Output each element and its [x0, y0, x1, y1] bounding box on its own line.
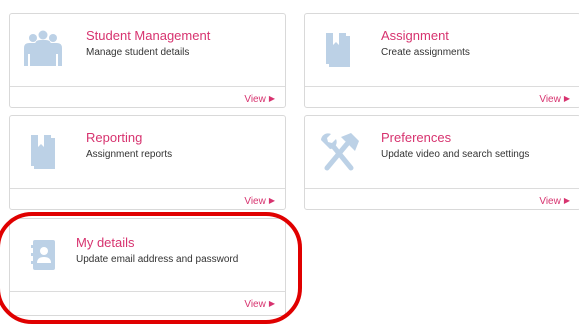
- play-arrow-icon: ▶: [268, 94, 275, 103]
- card-preferences: Preferences Update video and search sett…: [304, 115, 579, 210]
- view-link-label: View: [539, 94, 561, 105]
- book-icon: [324, 31, 352, 72]
- view-link[interactable]: View ▶: [539, 93, 570, 106]
- card-student-management: Student Management Manage student detail…: [9, 13, 286, 108]
- play-arrow-icon: ▶: [268, 299, 275, 308]
- play-arrow-icon: ▶: [563, 94, 570, 103]
- card-divider: [305, 188, 579, 189]
- view-link[interactable]: View ▶: [244, 298, 275, 311]
- card-title[interactable]: Student Management: [86, 28, 210, 43]
- play-arrow-icon: ▶: [563, 196, 570, 205]
- card-assignment: Assignment Create assignments View ▶: [304, 13, 579, 108]
- book-icon: [29, 133, 57, 174]
- view-link-label: View: [539, 196, 561, 207]
- view-link[interactable]: View ▶: [244, 195, 275, 208]
- card-title[interactable]: Reporting: [86, 130, 142, 145]
- users-icon: [22, 30, 64, 71]
- card-divider: [305, 86, 579, 87]
- card-divider: [10, 291, 285, 292]
- tools-icon: [317, 131, 361, 176]
- card-description: Update email address and password: [76, 254, 239, 265]
- card-divider: [10, 86, 285, 87]
- card-title[interactable]: Assignment: [381, 28, 449, 43]
- view-link-label: View: [244, 299, 266, 310]
- card-divider: [10, 188, 285, 189]
- view-link[interactable]: View ▶: [244, 93, 275, 106]
- view-link-label: View: [244, 196, 266, 207]
- play-arrow-icon: ▶: [268, 196, 275, 205]
- card-description: Assignment reports: [86, 149, 173, 160]
- card-description: Update video and search settings: [381, 149, 530, 160]
- card-title[interactable]: Preferences: [381, 130, 451, 145]
- card-my-details: My details Update email address and pass…: [9, 218, 286, 316]
- card-description: Create assignments: [381, 47, 470, 58]
- contact-card-icon: [30, 239, 58, 276]
- card-reporting: Reporting Assignment reports View ▶: [9, 115, 286, 210]
- view-link-label: View: [244, 94, 266, 105]
- card-title[interactable]: My details: [76, 235, 135, 250]
- view-link[interactable]: View ▶: [539, 195, 570, 208]
- card-description: Manage student details: [86, 47, 190, 58]
